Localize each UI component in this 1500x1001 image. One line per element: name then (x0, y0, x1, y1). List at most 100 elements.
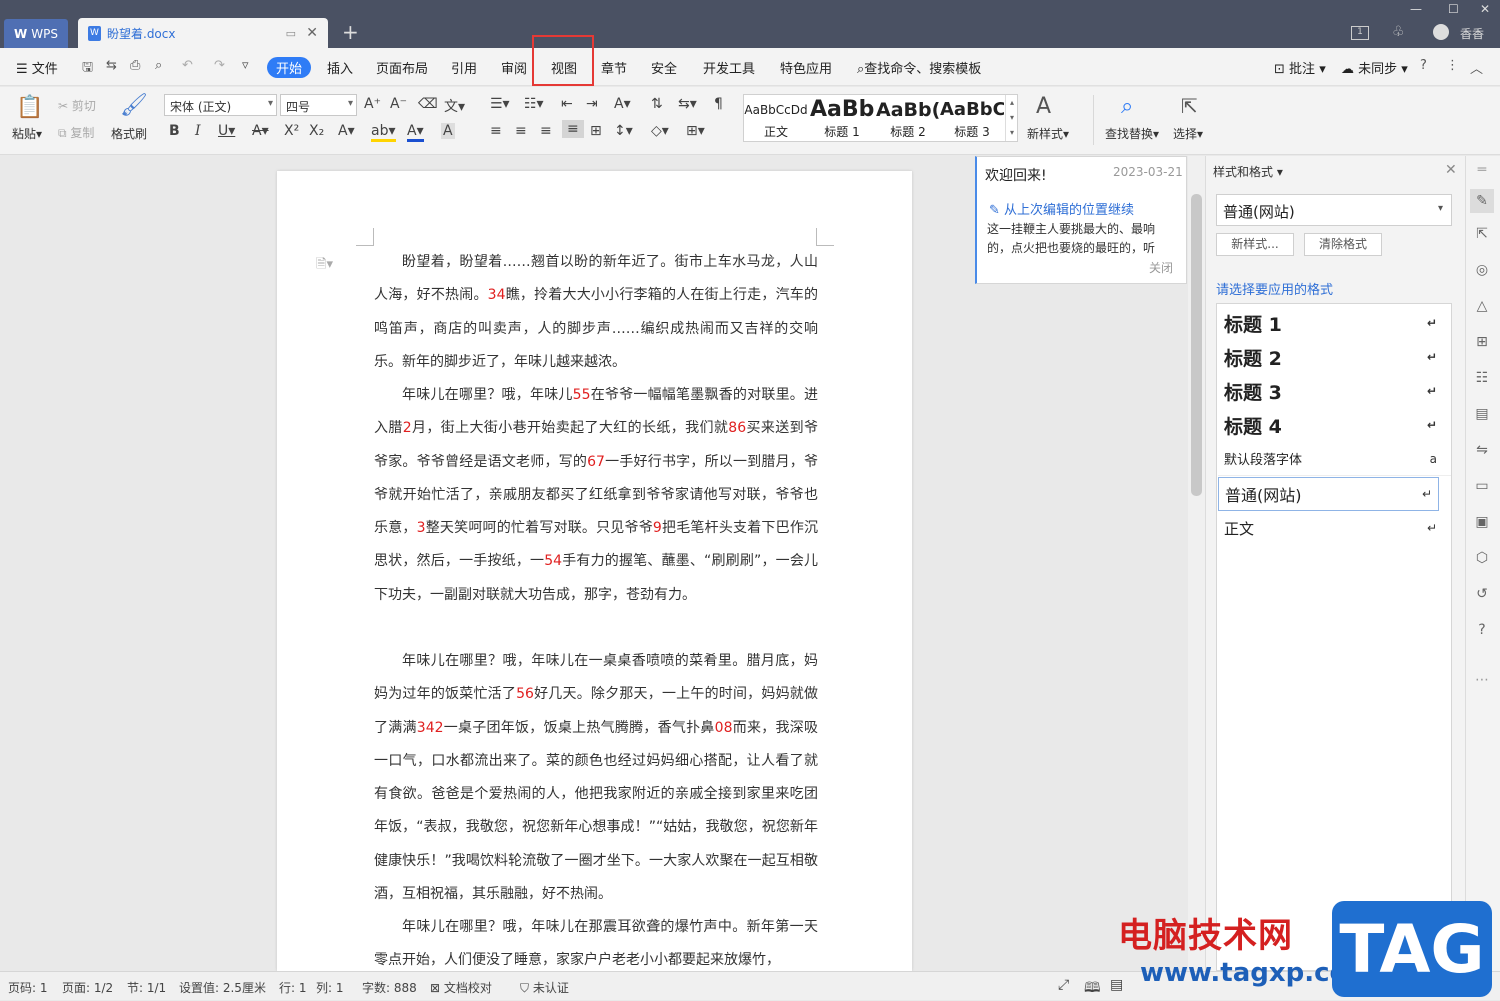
style-heading3[interactable]: AaBbC 标题 3 (940, 97, 1004, 140)
paste-button[interactable]: 粘贴▾ (12, 125, 42, 142)
font-color-icon[interactable]: A▾ (407, 123, 424, 142)
wps-home-tab[interactable]: W WPS (4, 19, 68, 48)
underline-icon[interactable]: U▾ (218, 123, 235, 139)
find-replace-button[interactable]: 查找替换▾ (1105, 125, 1159, 142)
share-icon[interactable]: ⇋ (1473, 442, 1491, 460)
status-col[interactable]: 列: 1 (316, 979, 344, 996)
align-center-icon[interactable]: ≡ (515, 123, 527, 139)
archive-icon[interactable]: ▭ (1473, 478, 1491, 496)
tab-security[interactable]: 安全 (651, 58, 677, 77)
collapse-handle-icon[interactable]: ═ (1473, 162, 1491, 180)
shapes-icon[interactable]: ◎ (1473, 262, 1491, 280)
tab-page-layout[interactable]: 页面布局 (376, 58, 428, 77)
current-style-select[interactable]: 普通(网站) ▾ (1216, 194, 1452, 226)
file-menu[interactable]: ☰ 文件 (16, 58, 58, 77)
font-tool-icon[interactable]: △ (1473, 298, 1491, 316)
line-spacing-icon[interactable]: ↕▾ (614, 123, 633, 139)
new-style-button[interactable]: 新样式▾ (1027, 125, 1069, 142)
comment-menu[interactable]: ⊡ 批注 ▾ (1274, 58, 1326, 77)
open-icon[interactable]: ⇆ (106, 58, 117, 73)
page-view-icon[interactable]: ▤ (1110, 977, 1123, 993)
font-name-select[interactable]: 宋体 (正文) (164, 94, 277, 116)
layout-icon[interactable]: 1 (1351, 26, 1369, 40)
close-panel-icon[interactable]: ✕ (1445, 162, 1457, 178)
redo-icon[interactable]: ↷ (214, 58, 225, 73)
new-tab-icon[interactable]: + (342, 20, 359, 44)
document-paragraph[interactable]: 盼望着，盼望着……翘首以盼的新年近了。街市上车水马龙，人山人海，好不热闹。34瞧… (374, 246, 818, 379)
show-marks-icon[interactable]: ¶ (714, 96, 723, 112)
status-word-count[interactable]: 字数: 888 (362, 979, 417, 996)
scrollbar-thumb[interactable] (1191, 194, 1202, 496)
phonetic-icon[interactable]: 文▾ (444, 96, 465, 116)
avatar[interactable] (1433, 24, 1449, 40)
shading-icon[interactable]: ◇▾ (651, 123, 669, 139)
style-panel-icon[interactable]: ✎ (1470, 189, 1494, 213)
style-item-heading3[interactable]: 标题 3 ↵ (1218, 374, 1451, 408)
save-icon[interactable]: 🖫 (82, 58, 93, 80)
minimize-icon[interactable]: — (1410, 2, 1422, 16)
style-item-heading1[interactable]: 标题 1 ↵ (1218, 306, 1451, 340)
monitor-icon[interactable]: ▭ (286, 27, 296, 40)
increase-indent-icon[interactable]: ⇥ (586, 96, 598, 112)
status-section[interactable]: 节: 1/1 (127, 979, 166, 996)
highlight-icon[interactable]: ab▾ (371, 123, 396, 142)
tab-insert[interactable]: 插入 (327, 58, 353, 77)
tab-start[interactable]: 开始 (267, 57, 311, 78)
cut-button[interactable]: ✂ 剪切 (58, 97, 96, 114)
align-left-icon[interactable]: ≡ (490, 123, 502, 139)
text-direction-icon[interactable]: A▾ (614, 96, 631, 112)
char-shading-icon[interactable]: A (441, 123, 455, 139)
style-normal[interactable]: AaBbCcDd 正文 (744, 97, 808, 140)
document-paragraph[interactable]: 年味儿在哪里？哦，年味儿55在爷爷一幅幅笔墨飘香的对联里。进入腊2月，街上大街小… (374, 379, 818, 612)
new-style-icon[interactable]: A (1036, 94, 1051, 119)
borders-icon[interactable]: ⊞▾ (686, 123, 705, 139)
sync-menu[interactable]: ☁ 未同步 ▾ (1341, 58, 1408, 77)
bold-icon[interactable]: B (169, 123, 180, 139)
select-tool-icon[interactable]: ⇱ (1473, 226, 1491, 244)
table-icon[interactable]: ⊞ (1473, 334, 1491, 352)
justify-icon[interactable]: ≡ (562, 120, 584, 138)
document-tab[interactable]: W 盼望着.docx ▭ ✕ (78, 18, 328, 48)
read-mode-icon[interactable]: 🕮 (1084, 977, 1101, 1001)
style-item-heading4[interactable]: 标题 4 ↵ (1218, 408, 1451, 442)
style-item-heading2[interactable]: 标题 2 ↵ (1218, 340, 1451, 374)
print-icon[interactable]: ⎙ (130, 58, 140, 73)
select-button[interactable]: 选择▾ (1173, 125, 1203, 142)
subscript-icon[interactable]: X₂ (309, 123, 324, 139)
collapse-ribbon-icon[interactable]: ︿ (1470, 58, 1483, 77)
fullscreen-icon[interactable]: ⤢ (1058, 977, 1069, 993)
format-painter-icon[interactable]: 🖌 (120, 93, 148, 118)
quick-access-dropdown-icon[interactable]: ▿ (242, 58, 249, 73)
spacing-icon[interactable]: ⇆▾ (678, 96, 697, 112)
style-heading1[interactable]: AaBb 标题 1 (810, 97, 874, 140)
style-item-body[interactable]: 正文 ↵ (1218, 511, 1451, 545)
status-setting[interactable]: 设置值: 2.5厘米 (179, 979, 266, 996)
distribute-icon[interactable]: ⊞ (590, 123, 602, 139)
undo-icon[interactable]: ↶ (182, 58, 193, 73)
user-name[interactable]: 香香 (1460, 25, 1484, 42)
strikethrough-icon[interactable]: A▾ (252, 123, 269, 139)
document-paragraph[interactable]: 年味儿在哪里？哦，年味儿在那震耳欲聋的爆竹声中。新年第一天零点开始，人们便没了睡… (374, 911, 818, 971)
find-icon[interactable]: ⌕ (1121, 94, 1133, 119)
help-circle-icon[interactable]: ? (1473, 622, 1491, 640)
copy-button[interactable]: ⧉ 复制 (58, 124, 94, 141)
format-painter-button[interactable]: 格式刷 (111, 125, 147, 142)
close-window-icon[interactable]: ✕ (1480, 2, 1490, 16)
shrink-font-icon[interactable]: A⁻ (390, 96, 407, 112)
clear-format-icon[interactable]: ⌫ (418, 96, 438, 112)
welcome-close-button[interactable]: 关闭 (1149, 259, 1173, 276)
grow-font-icon[interactable]: A⁺ (364, 96, 381, 112)
bullet-list-icon[interactable]: ☰▾ (490, 96, 510, 112)
status-row[interactable]: 行: 1 (279, 979, 307, 996)
tab-references[interactable]: 引用 (451, 58, 477, 77)
cursor-icon[interactable]: ⇱ (1181, 94, 1198, 118)
help-icon[interactable]: ? (1420, 58, 1427, 73)
print-preview-icon[interactable]: ⌕ (155, 58, 162, 73)
style-item-default-font[interactable]: 默认段落字体 a (1218, 442, 1451, 476)
style-scroll[interactable]: ▴ ▾ ▾ (1005, 95, 1018, 141)
more-dots-icon[interactable]: ⋯ (1473, 672, 1491, 690)
status-pages[interactable]: 页面: 1/2 (62, 979, 113, 996)
sort-icon[interactable]: ⇅ (651, 96, 663, 112)
new-style-panel-button[interactable]: 新样式... (1216, 233, 1294, 256)
text-effect-icon[interactable]: A▾ (338, 123, 355, 139)
